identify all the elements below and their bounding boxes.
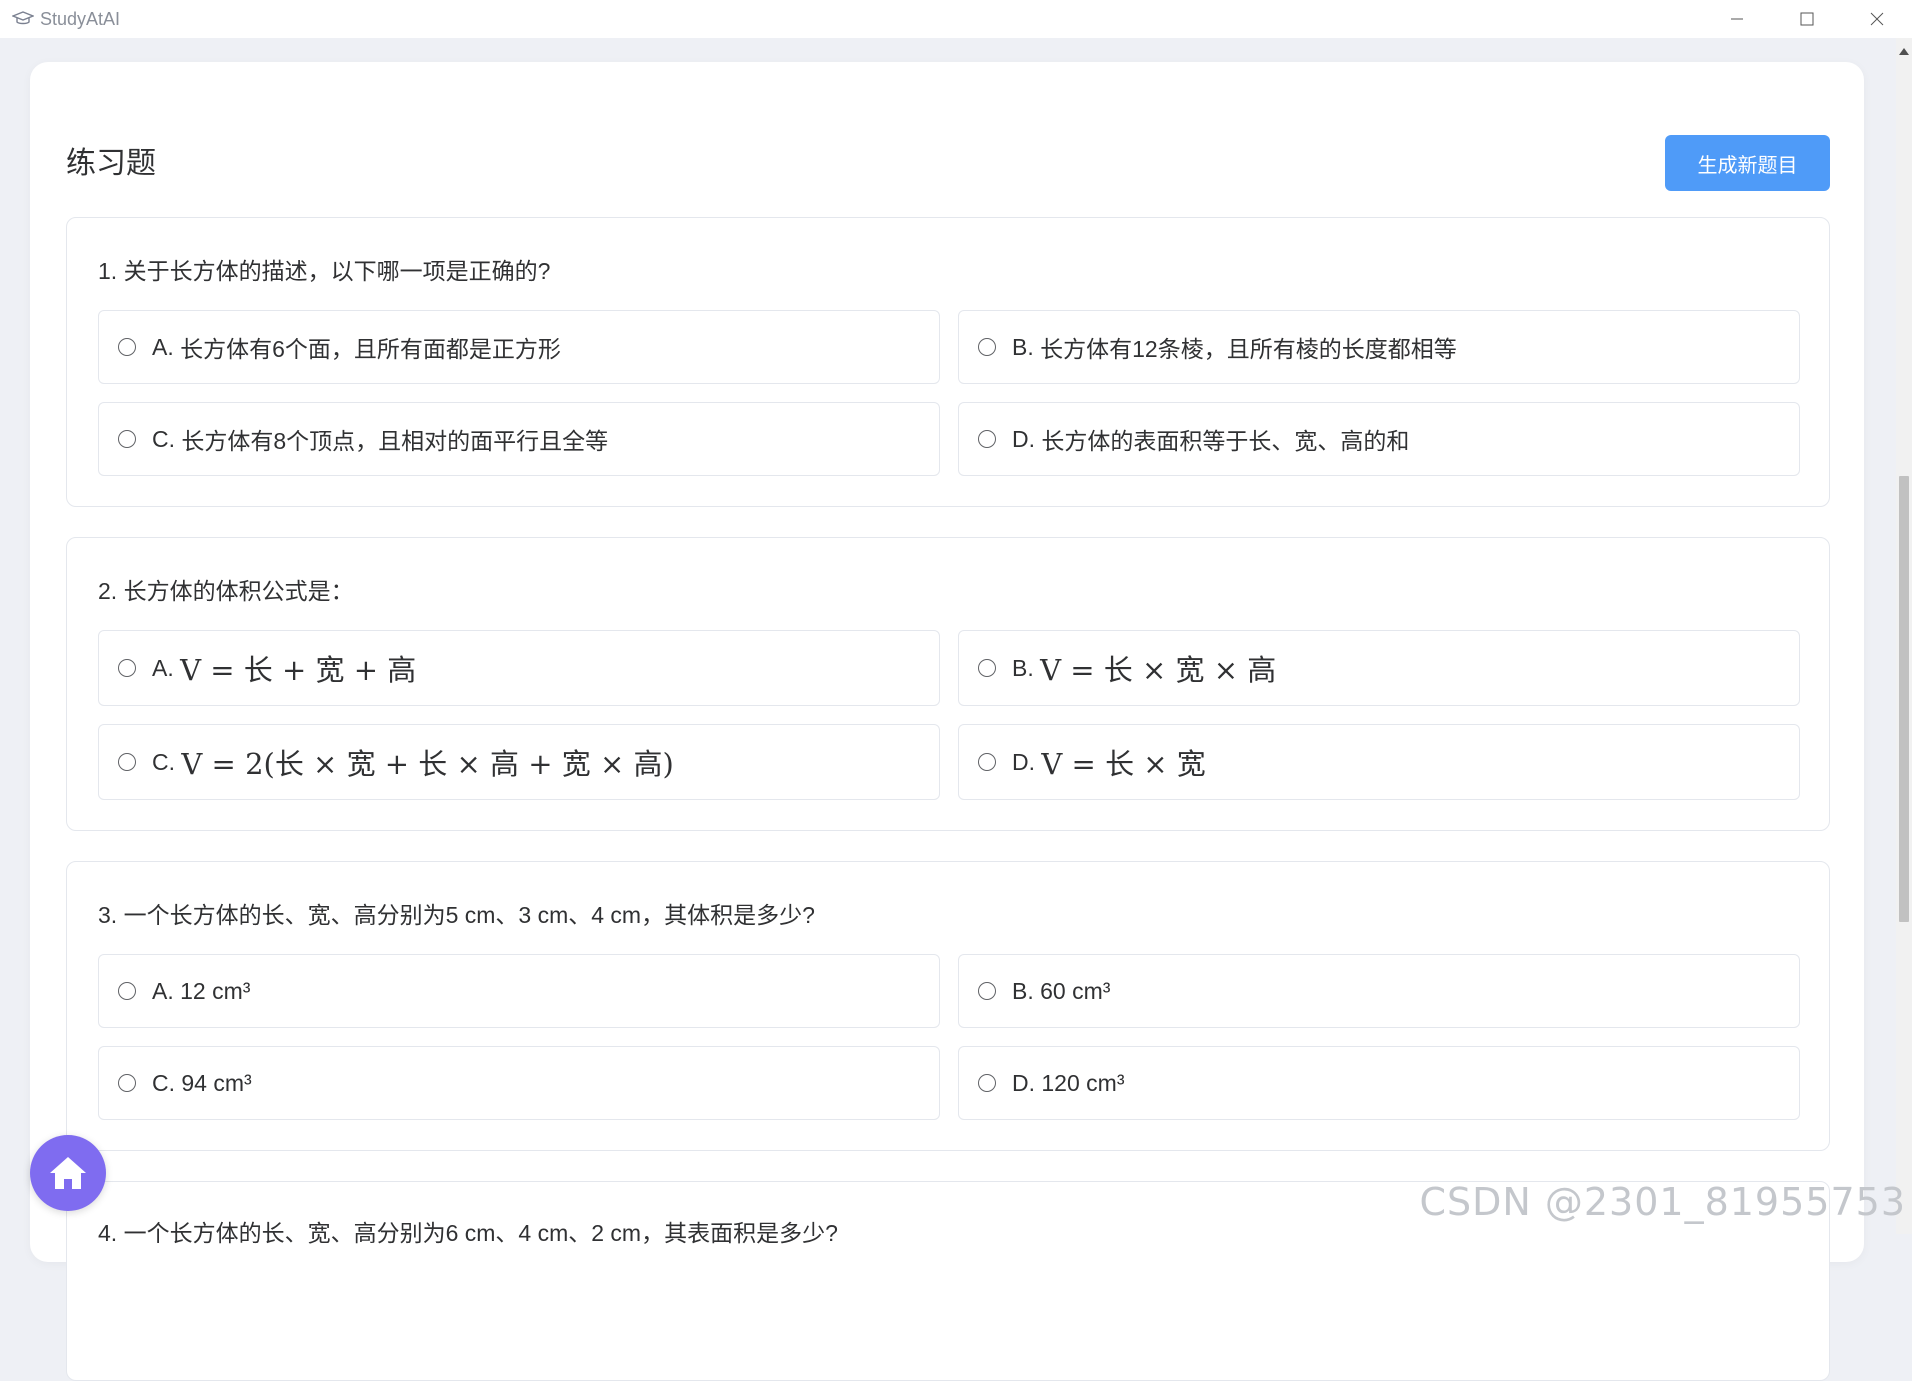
- radio-icon[interactable]: [118, 338, 136, 356]
- home-icon: [50, 1157, 86, 1189]
- radio-icon[interactable]: [978, 982, 996, 1000]
- option-text: 120 cm³: [1041, 1069, 1125, 1096]
- radio-icon[interactable]: [978, 430, 996, 448]
- option-letter: A.: [152, 977, 181, 1004]
- option-letter: C.: [152, 425, 182, 452]
- question-card: 3. 一个长方体的长、宽、高分别为5 cm、3 cm、4 cm，其体积是多少? …: [66, 861, 1830, 1151]
- radio-icon[interactable]: [978, 1074, 996, 1092]
- option-text: 长方体有6个面，且所有面都是正方形: [180, 336, 561, 362]
- watermark: CSDN @2301_81955753: [1419, 1180, 1906, 1224]
- question-text: 2. 长方体的体积公式是：: [98, 578, 354, 604]
- radio-icon[interactable]: [978, 753, 996, 771]
- option-letter: D.: [1012, 1069, 1042, 1096]
- scroll-up-arrow-icon[interactable]: [1899, 48, 1909, 55]
- question-card: 2. 长方体的体积公式是： A. V = 长 + 宽 + 高 B. V = 长 …: [66, 537, 1830, 831]
- option-text: 长方体有8个顶点，且相对的面平行且全等: [181, 428, 609, 454]
- maximize-icon[interactable]: [1772, 0, 1842, 38]
- option-a[interactable]: A. 12 cm³: [98, 954, 940, 1028]
- graduation-cap-icon: [12, 11, 34, 27]
- scrollbar[interactable]: [1896, 38, 1912, 1234]
- option-letter: B.: [1012, 977, 1041, 1004]
- option-b[interactable]: B. V = 长 × 宽 × 高: [958, 630, 1800, 706]
- option-formula: V = 长 × 宽 × 高: [1040, 653, 1277, 687]
- scroll-thumb[interactable]: [1899, 476, 1909, 922]
- option-letter: A.: [152, 654, 181, 681]
- option-letter: C.: [152, 1069, 182, 1096]
- minimize-icon[interactable]: [1702, 0, 1772, 38]
- option-d[interactable]: D. 120 cm³: [958, 1046, 1800, 1120]
- radio-icon[interactable]: [118, 659, 136, 677]
- option-text: 60 cm³: [1040, 977, 1111, 1004]
- radio-icon[interactable]: [118, 753, 136, 771]
- option-text: 94 cm³: [181, 1069, 252, 1096]
- option-c[interactable]: C. V = 2(长 × 宽 + 长 × 高 + 宽 × 高): [98, 724, 940, 800]
- option-c[interactable]: C. 94 cm³: [98, 1046, 940, 1120]
- option-c[interactable]: C. 长方体有8个顶点，且相对的面平行且全等: [98, 402, 940, 476]
- option-text: 长方体的表面积等于长、宽、高的和: [1041, 428, 1410, 454]
- radio-icon[interactable]: [118, 430, 136, 448]
- option-letter: D.: [1012, 425, 1042, 452]
- option-formula: V = 长 × 宽: [1041, 747, 1206, 781]
- radio-icon[interactable]: [118, 1074, 136, 1092]
- option-d[interactable]: D. 长方体的表面积等于长、宽、高的和: [958, 402, 1800, 476]
- option-a[interactable]: A. 长方体有6个面，且所有面都是正方形: [98, 310, 940, 384]
- question-text: 3. 一个长方体的长、宽、高分别为5 cm、3 cm、4 cm，其体积是多少?: [98, 902, 815, 928]
- option-formula: V = 2(长 × 宽 + 长 × 高 + 宽 × 高): [181, 747, 674, 781]
- option-letter: A.: [152, 333, 181, 360]
- radio-icon[interactable]: [978, 659, 996, 677]
- option-text: 长方体有12条棱，且所有棱的长度都相等: [1040, 336, 1457, 362]
- exercise-card: 练习题 生成新题目 1. 关于长方体的描述，以下哪一项是正确的? A. 长方体有…: [30, 62, 1864, 1381]
- option-letter: C.: [152, 748, 182, 775]
- option-b[interactable]: B. 60 cm³: [958, 954, 1800, 1028]
- option-formula: V = 长 + 宽 + 高: [180, 653, 417, 687]
- title-bar: StudyAtAI: [0, 0, 1912, 38]
- generate-new-questions-button[interactable]: 生成新题目: [1665, 135, 1830, 191]
- option-a[interactable]: A. V = 长 + 宽 + 高: [98, 630, 940, 706]
- radio-icon[interactable]: [978, 338, 996, 356]
- option-text: 12 cm³: [180, 977, 251, 1004]
- question-text: 4. 一个长方体的长、宽、高分别为6 cm、4 cm、2 cm，其表面积是多少?: [98, 1220, 838, 1246]
- question-text: 1. 关于长方体的描述，以下哪一项是正确的?: [98, 258, 551, 284]
- option-letter: B.: [1012, 654, 1041, 681]
- option-letter: B.: [1012, 333, 1041, 360]
- option-d[interactable]: D. V = 长 × 宽: [958, 724, 1800, 800]
- close-icon[interactable]: [1842, 0, 1912, 38]
- home-button[interactable]: [30, 1135, 106, 1211]
- app-title: StudyAtAI: [40, 8, 121, 29]
- question-card: 1. 关于长方体的描述，以下哪一项是正确的? A. 长方体有6个面，且所有面都是…: [66, 217, 1830, 507]
- option-b[interactable]: B. 长方体有12条棱，且所有棱的长度都相等: [958, 310, 1800, 384]
- option-letter: D.: [1012, 748, 1042, 775]
- radio-icon[interactable]: [118, 982, 136, 1000]
- window-controls: [1702, 0, 1912, 38]
- page-title: 练习题: [66, 147, 156, 180]
